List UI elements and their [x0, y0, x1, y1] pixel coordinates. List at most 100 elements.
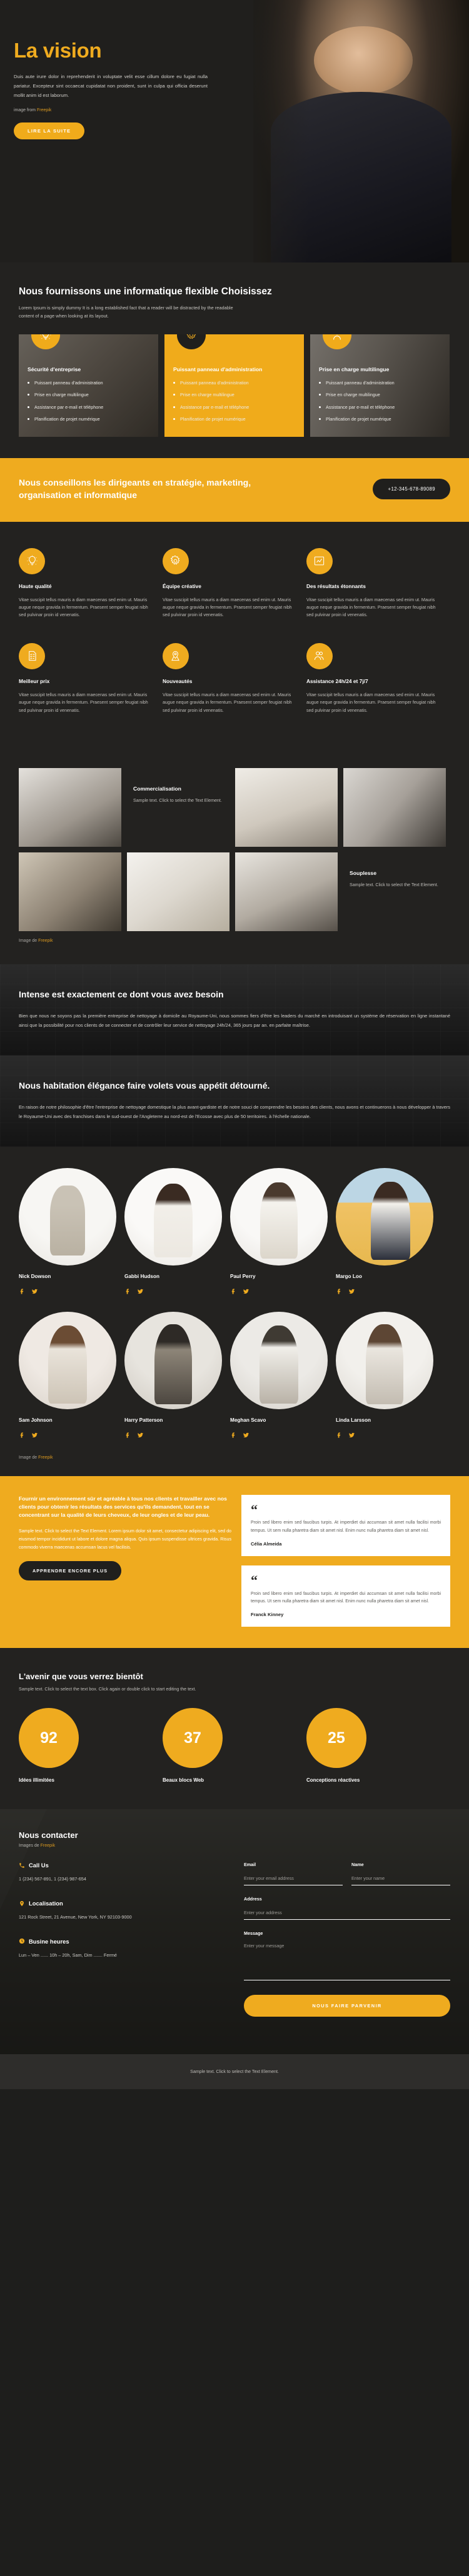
users-icon: [306, 642, 333, 669]
contact-block-location: Localisation 121 Rock Street, 21 Avenue,…: [19, 1900, 229, 1922]
facebook-icon[interactable]: [230, 1430, 237, 1442]
message-field[interactable]: [244, 1940, 450, 1981]
counter-value: 92: [19, 1708, 79, 1769]
counter-value: 25: [306, 1708, 366, 1769]
hero-credit-link[interactable]: Freepik: [37, 108, 51, 112]
contact-heading-text: Call Us: [29, 1862, 49, 1869]
intense-title: Intense est exactement ce dont vous avez…: [19, 989, 224, 1000]
facebook-icon[interactable]: [19, 1430, 26, 1442]
hero-title: La vision: [14, 39, 102, 62]
gallery-credit-link[interactable]: Freepik: [38, 939, 53, 943]
card-heading: Sécurité d'entreprise: [28, 366, 81, 372]
testimonial-author: Célia Almeida: [251, 1541, 282, 1547]
twitter-icon[interactable]: [137, 1430, 144, 1442]
contact-image-credit: Images de Freepik: [19, 1844, 450, 1848]
gallery-image-credit: Image de Freepik: [19, 939, 450, 943]
facebook-icon[interactable]: [124, 1430, 131, 1442]
feature-text: Vitae suscipit tellus mauris a diam maec…: [162, 597, 292, 618]
gallery-image[interactable]: [235, 768, 338, 847]
contact-info-column: Call Us 1 (234) 567-891, 1 (234) 987-654…: [19, 1862, 229, 2017]
email-field[interactable]: [244, 1873, 343, 1886]
gallery-caption-commercialisation: Commercialisation Sample text. Click to …: [127, 768, 229, 847]
team-member-name: Meghan Scavo: [230, 1417, 266, 1423]
team-member-name: Harry Patterson: [124, 1417, 163, 1423]
form-group-message: Message: [244, 1930, 450, 1984]
team-row-one: Nick Dowson Gabbi Hudson Paul Perry Marg…: [19, 1167, 450, 1298]
team-credit-link[interactable]: Freepik: [38, 1455, 53, 1460]
service-card-security[interactable]: Sécurité d'entreprise Puissant panneau d…: [19, 334, 158, 437]
contact-block-text: 1 (234) 567-891, 1 (234) 987-654: [19, 1876, 86, 1882]
social-links: [336, 1287, 433, 1298]
facebook-icon[interactable]: [19, 1287, 26, 1298]
card-heading: Prise en charge multilingue: [319, 366, 390, 372]
feature-item-results: Des résultats étonnants Vitae suscipit t…: [306, 547, 450, 643]
team-member-name: Margo Loo: [336, 1273, 362, 1279]
facebook-icon[interactable]: [230, 1287, 237, 1298]
gallery-image[interactable]: [235, 852, 338, 932]
gallery-image[interactable]: [19, 852, 121, 932]
testimonial-author: Franck Kinney: [251, 1612, 284, 1618]
twitter-icon[interactable]: [31, 1430, 38, 1442]
list-item: Assistance par e-mail et téléphone: [319, 404, 441, 411]
contact-block-text: 121 Rock Street, 21 Avenue, New York, NY…: [19, 1914, 132, 1920]
card-feature-list: Puissant panneau d'administration Prise …: [28, 380, 149, 422]
twitter-icon[interactable]: [348, 1430, 355, 1442]
social-links: [230, 1430, 328, 1442]
feature-heading: Haute qualité: [19, 582, 52, 589]
team-member-name: Gabbi Hudson: [124, 1273, 159, 1279]
feature-heading: Des résultats étonnants: [306, 582, 366, 589]
habitation-section: Nous habitation élégance faire volets vo…: [0, 1056, 469, 1147]
facebook-icon[interactable]: [336, 1430, 343, 1442]
name-field[interactable]: [351, 1873, 450, 1886]
facebook-icon[interactable]: [124, 1287, 131, 1298]
card-heading: Puissant panneau d'administration: [173, 366, 263, 372]
address-field[interactable]: [244, 1907, 450, 1920]
gallery-image[interactable]: [127, 852, 229, 932]
social-links: [19, 1287, 116, 1298]
services-subtitle: Lorem Ipsum is simply dummy It is a long…: [19, 305, 233, 319]
services-title: Nous fournissons une informatique flexib…: [19, 286, 272, 297]
list-item: Puissant panneau d'administration: [173, 380, 295, 386]
counter-label: Conceptions réactives: [306, 1777, 360, 1784]
cta-phone-button[interactable]: +12-345-678-89089: [373, 479, 450, 500]
cta-band-title: Nous conseillons les dirigeants en strat…: [19, 477, 251, 500]
contact-form-column: Email Name Address: [244, 1862, 450, 2017]
hero-cta-button[interactable]: LIRE LA SUITE: [14, 122, 85, 140]
testimonial-card: “ Proin sed libero enim sed faucibus tur…: [241, 1494, 450, 1557]
testimonial-text: Proin sed libero enim sed faucibus turpi…: [251, 1520, 441, 1533]
gallery-text: Sample text. Click to select the Text El…: [350, 882, 438, 888]
contact-block-heading: Localisation: [19, 1900, 229, 1907]
offer-learn-more-button[interactable]: APPRENDRE ENCORE PLUS: [19, 1560, 122, 1580]
service-card-multilingual[interactable]: Prise en charge multilingue Puissant pan…: [310, 334, 450, 437]
checklist-icon: [19, 642, 45, 669]
gallery-image[interactable]: [19, 768, 121, 847]
twitter-icon[interactable]: [243, 1430, 250, 1442]
feature-heading: Nouveautés: [162, 677, 193, 684]
hero-credit-prefix: image from: [14, 108, 37, 113]
twitter-icon[interactable]: [348, 1287, 355, 1298]
gallery-section: Commercialisation Sample text. Click to …: [0, 763, 469, 965]
list-item: Planification de projet numérique: [319, 416, 441, 422]
twitter-icon[interactable]: [243, 1287, 250, 1298]
social-links: [230, 1287, 328, 1298]
message-label: Message: [244, 1930, 263, 1937]
counter-item: 37 Beaux blocs Web: [162, 1708, 306, 1783]
testimonial-card: “ Proin sed libero enim sed faucibus tur…: [241, 1565, 450, 1627]
gallery-text: Sample text. Click to select the Text El…: [133, 798, 222, 804]
facebook-icon[interactable]: [336, 1287, 343, 1298]
twitter-icon[interactable]: [137, 1287, 144, 1298]
email-label: Email: [244, 1862, 256, 1868]
gallery-image[interactable]: [343, 768, 446, 847]
submit-button[interactable]: NOUS FAIRE PARVENIR: [244, 1995, 450, 2017]
service-card-admin-panel[interactable]: Puissant panneau d'administration Puissa…: [164, 334, 304, 437]
counters-subtitle: Sample text. Click to select the text bo…: [19, 1687, 196, 1692]
contact-block-heading: Busine heures: [19, 1938, 229, 1945]
contact-credit-link[interactable]: Freepik: [41, 1844, 55, 1848]
contact-title: Nous contacter: [19, 1830, 78, 1840]
twitter-icon[interactable]: [31, 1287, 38, 1298]
gear-icon: [162, 547, 189, 574]
list-item: Planification de projet numérique: [28, 416, 149, 422]
counters-row: 92 Idées illimitées 37 Beaux blocs Web 2…: [19, 1708, 450, 1783]
team-member-name: Linda Larsson: [336, 1417, 371, 1423]
feature-item-creative-team: Équipe créative Vitae suscipit tellus ma…: [162, 547, 306, 643]
